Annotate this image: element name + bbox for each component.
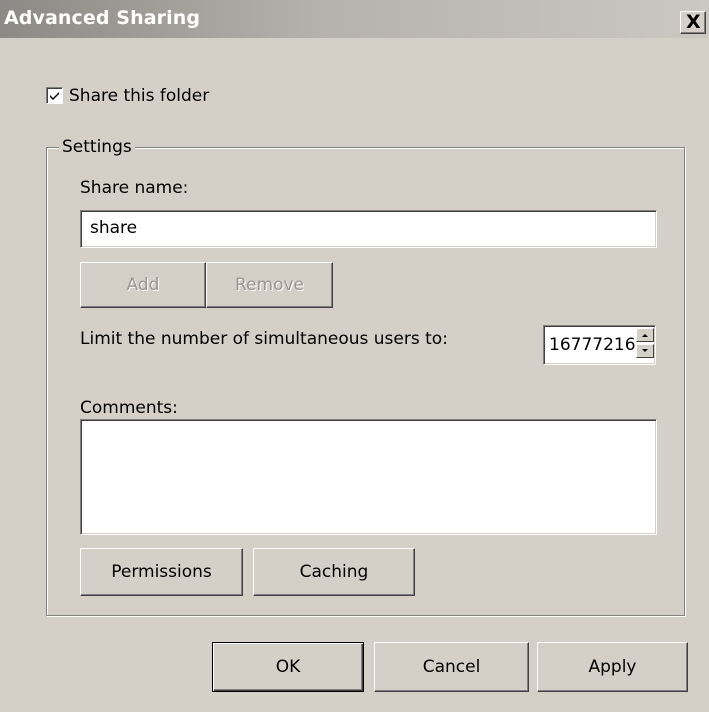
comments-label: Comments: [80,398,178,418]
user-limit-label: Limit the number of simultaneous users t… [80,329,448,349]
close-button[interactable]: X [680,11,706,34]
up-arrow-icon [642,334,648,337]
apply-button[interactable]: Apply [537,642,688,692]
share-folder-label[interactable]: Share this folder [69,86,209,106]
close-icon: X [686,11,701,33]
permissions-button[interactable]: Permissions [80,548,243,596]
add-button[interactable]: Add [80,262,206,308]
share-name-input[interactable]: share [80,210,657,248]
share-name-label: Share name: [80,178,189,198]
ok-button[interactable]: OK [212,642,364,692]
settings-group-label: Settings [59,137,135,157]
share-name-value: share [90,218,138,238]
cancel-button[interactable]: Cancel [374,642,529,692]
share-folder-checkbox[interactable] [46,87,63,104]
user-limit-spin-up-button[interactable] [636,328,654,342]
user-limit-value: 16777216 [549,335,636,355]
comments-textarea[interactable] [80,419,657,535]
caching-button[interactable]: Caching [253,548,415,596]
remove-button[interactable]: Remove [206,262,333,308]
checkmark-icon [50,92,59,100]
down-arrow-icon [642,349,648,352]
advanced-sharing-dialog: Advanced Sharing X Share this folder Set… [0,0,709,712]
window-title: Advanced Sharing [4,7,201,29]
title-bar[interactable]: Advanced Sharing X [0,0,709,38]
user-limit-spin-down-button[interactable] [636,344,654,358]
